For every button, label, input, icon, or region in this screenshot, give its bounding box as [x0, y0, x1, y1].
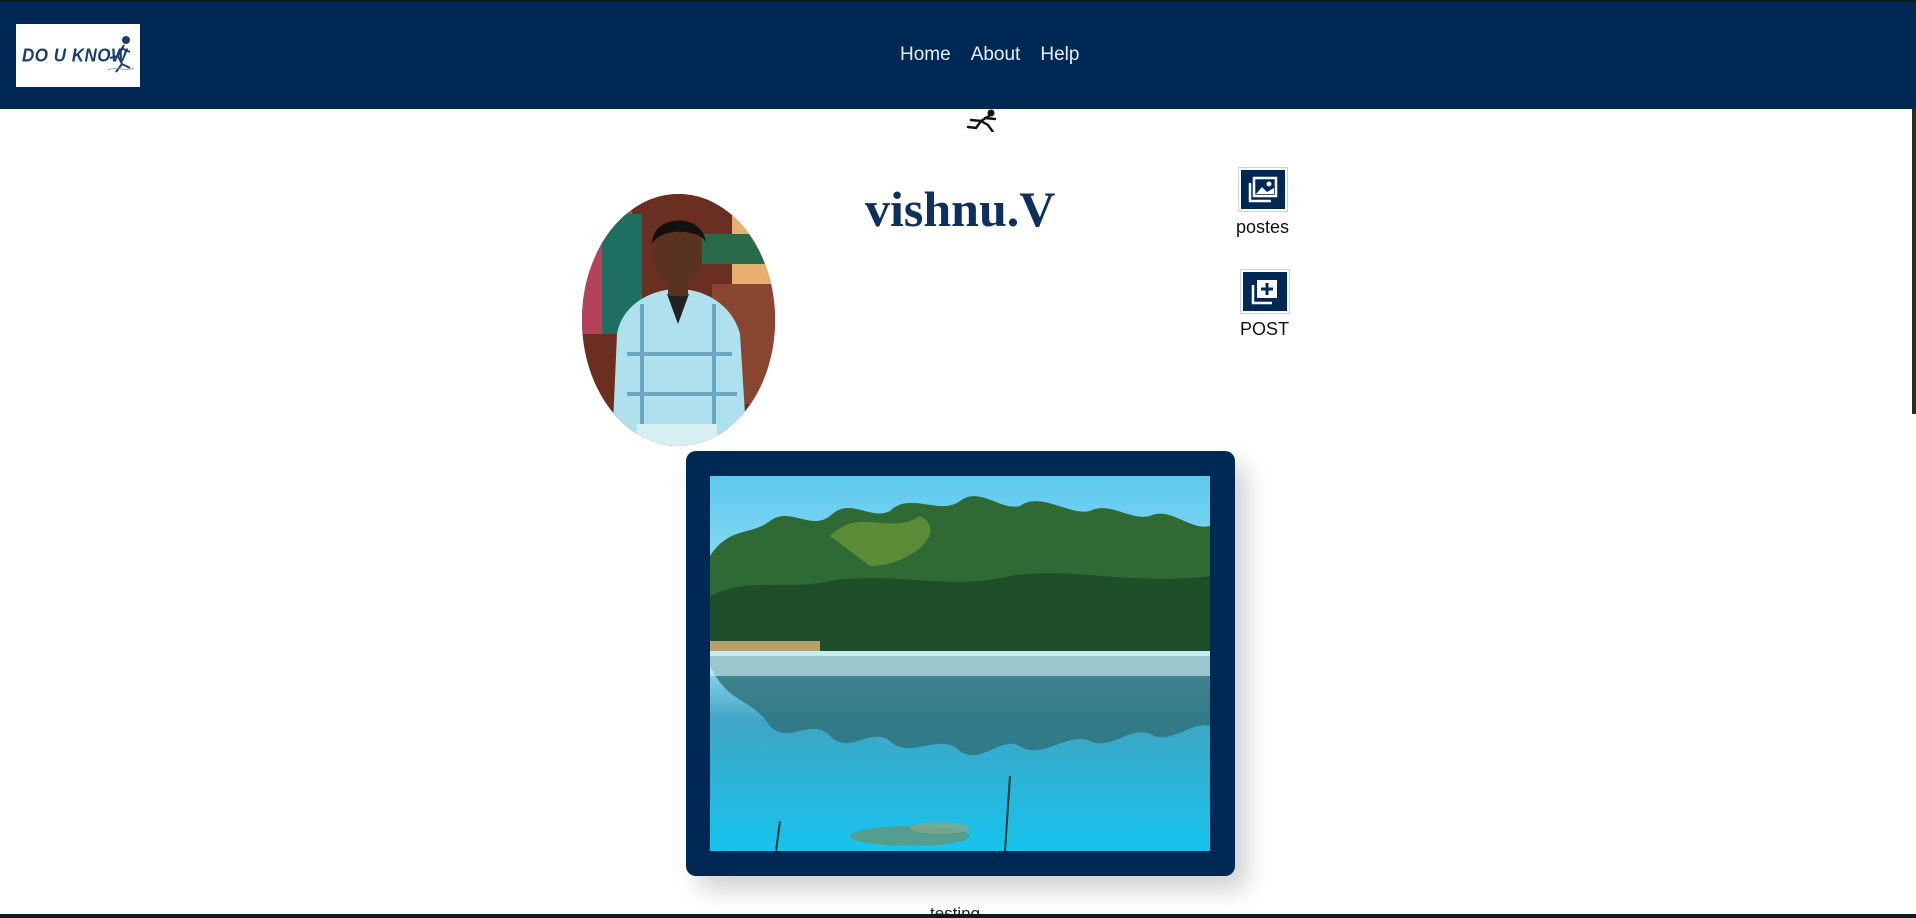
image-gallery-icon: [1237, 167, 1288, 212]
new-post-button[interactable]: POST: [1239, 269, 1290, 340]
new-post-label: POST: [1240, 319, 1290, 339]
nav-about-link[interactable]: About: [971, 44, 1021, 66]
add-post-icon: [1239, 269, 1290, 314]
lake-landscape-image: [710, 476, 1210, 851]
post-image: [710, 476, 1210, 851]
top-navbar: DO U KNOW Home About Help: [0, 2, 1916, 109]
nav-help-link[interactable]: Help: [1040, 44, 1079, 66]
page-scrollbar[interactable]: [1912, 109, 1916, 414]
profile-photo: [582, 194, 775, 446]
post-card[interactable]: [686, 451, 1235, 876]
runner-logo-icon: [107, 36, 135, 73]
profile-avatar: [582, 194, 775, 446]
main-nav: Home About Help: [900, 44, 1079, 66]
brand-logo[interactable]: DO U KNOW: [16, 24, 140, 87]
window-bottom-edge: [0, 914, 1916, 918]
profile-username: vishnu.V: [865, 181, 1056, 237]
nav-home-link[interactable]: Home: [900, 44, 951, 66]
running-figure-icon: [966, 109, 997, 132]
posts-gallery-button[interactable]: postes: [1236, 167, 1290, 238]
posts-label: postes: [1236, 217, 1290, 237]
